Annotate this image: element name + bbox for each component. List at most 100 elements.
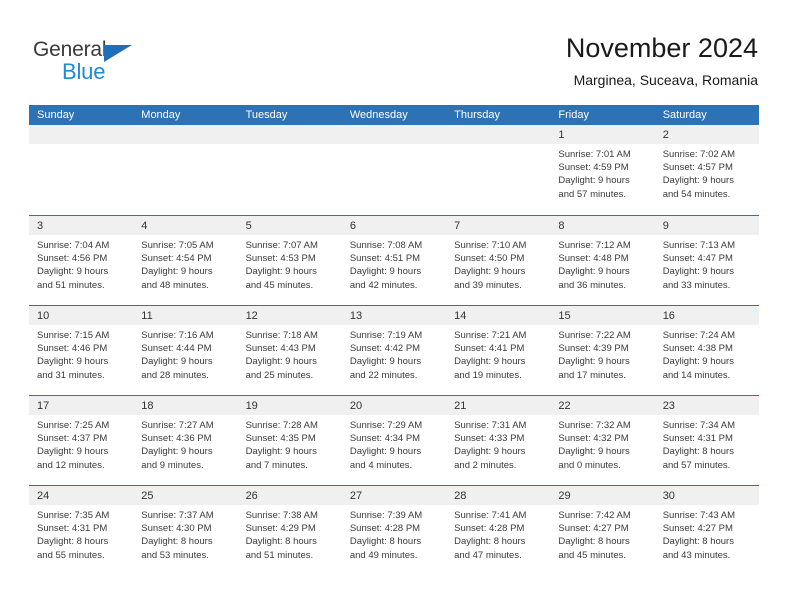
day-info-line: Daylight: 9 hours	[558, 175, 630, 187]
calendar-day-cell[interactable]: 24 Sunrise: 7:35 AM Sunset: 4:31 PM Dayligh…	[29, 486, 134, 575]
day-info-line: Sunrise: 7:04 AM	[37, 240, 110, 251]
day-number-band: 6	[341, 216, 447, 235]
day-number: 13	[349, 310, 363, 322]
day-number-band	[341, 125, 447, 144]
calendar-day-cell[interactable]: 28 Sunrise: 7:41 AM Sunset: 4:28 PM Dayligh…	[446, 486, 551, 575]
calendar-day-cell[interactable]: 6 Sunrise: 7:08 AM Sunset: 4:51 PM Daylight…	[341, 216, 447, 305]
day-info-line: Sunrise: 7:29 AM	[349, 420, 423, 431]
day-info-line: Sunrise: 7:42 AM	[558, 510, 631, 521]
day-sun-info: Sunrise: 7:07 AM Sunset: 4:53 PM Daylight:…	[238, 235, 342, 292]
day-info-line: Sunrise: 7:12 AM	[558, 240, 631, 251]
day-info-line: Sunset: 4:57 PM	[662, 162, 733, 174]
day-info-line: and 33 minutes.	[662, 279, 731, 291]
day-sun-info: Sunrise: 7:15 AM Sunset: 4:46 PM Daylight:…	[29, 325, 133, 382]
day-number: 23	[662, 400, 675, 412]
day-info-line: Sunrise: 7:37 AM	[141, 510, 214, 521]
day-info-line: Daylight: 9 hours	[141, 356, 213, 368]
day-info-line: Daylight: 8 hours	[662, 446, 734, 458]
day-number-band: 30	[654, 486, 759, 505]
calendar-day-cell[interactable]: 17 Sunrise: 7:25 AM Sunset: 4:37 PM Dayligh…	[29, 396, 134, 485]
day-info-line: and 45 minutes.	[558, 549, 627, 561]
day-number-band	[446, 125, 551, 144]
day-info-line: Sunrise: 7:25 AM	[37, 420, 110, 431]
day-number: 26	[245, 490, 258, 502]
general-blue-logo[interactable]: General Blue	[33, 38, 213, 84]
day-number: 30	[662, 490, 675, 502]
day-sun-info: Sunrise: 7:35 AM Sunset: 4:31 PM Daylight:…	[29, 505, 133, 562]
day-sun-info: Sunrise: 7:25 AM Sunset: 4:37 PM Daylight:…	[29, 415, 133, 472]
day-sun-info: Sunrise: 7:19 AM Sunset: 4:42 PM Daylight:…	[342, 325, 446, 382]
day-info-line: Sunset: 4:54 PM	[141, 253, 212, 265]
day-sun-info: Sunrise: 7:39 AM Sunset: 4:28 PM Daylight:…	[342, 505, 446, 562]
calendar-day-cell-empty	[341, 125, 447, 215]
weekday-header-friday: Friday	[558, 109, 589, 121]
day-info-line: Sunrise: 7:27 AM	[141, 420, 214, 431]
day-info-line: Daylight: 9 hours	[349, 446, 422, 458]
calendar-day-cell[interactable]: 25 Sunrise: 7:37 AM Sunset: 4:30 PM Dayligh…	[133, 486, 238, 575]
calendar-day-cell[interactable]: 30 Sunrise: 7:43 AM Sunset: 4:27 PM Dayligh…	[654, 486, 759, 575]
day-number-band: 29	[550, 486, 655, 505]
calendar-day-cell[interactable]: 26 Sunrise: 7:38 AM Sunset: 4:29 PM Dayligh…	[237, 486, 342, 575]
day-number: 21	[454, 400, 467, 412]
day-info-line: Sunset: 4:59 PM	[558, 162, 629, 174]
day-number: 19	[245, 400, 258, 412]
calendar-day-cell[interactable]: 3 Sunrise: 7:04 AM Sunset: 4:56 PM Daylight…	[29, 216, 134, 305]
day-number: 3	[37, 220, 44, 232]
day-sun-info: Sunrise: 7:29 AM Sunset: 4:34 PM Daylight:…	[342, 415, 446, 472]
day-number-band: 17	[29, 396, 134, 415]
day-info-line: Daylight: 9 hours	[141, 446, 213, 458]
day-number-band: 19	[237, 396, 342, 415]
day-number: 15	[558, 310, 571, 322]
day-info-line: Daylight: 9 hours	[662, 175, 734, 187]
calendar-day-cell[interactable]: 5 Sunrise: 7:07 AM Sunset: 4:53 PM Daylight…	[237, 216, 342, 305]
day-sun-info	[238, 144, 342, 148]
day-number-band: 10	[29, 306, 134, 325]
calendar-day-cell[interactable]: 12 Sunrise: 7:18 AM Sunset: 4:43 PM Dayligh…	[237, 306, 342, 395]
day-info-line: and 12 minutes.	[37, 459, 105, 471]
day-number-band: 1	[550, 125, 655, 144]
day-info-line: Daylight: 8 hours	[662, 536, 734, 548]
calendar-day-cell[interactable]: 27 Sunrise: 7:39 AM Sunset: 4:28 PM Dayligh…	[341, 486, 447, 575]
day-sun-info: Sunrise: 7:41 AM Sunset: 4:28 PM Daylight:…	[446, 505, 550, 562]
day-info-line: Daylight: 8 hours	[245, 536, 317, 548]
calendar-day-cell[interactable]: 4 Sunrise: 7:05 AM Sunset: 4:54 PM Daylight…	[133, 216, 238, 305]
day-number: 25	[141, 490, 154, 502]
calendar-day-cell[interactable]: 16 Sunrise: 7:24 AM Sunset: 4:38 PM Dayligh…	[654, 306, 759, 395]
weekday-header-thursday: Thursday	[454, 109, 500, 121]
day-info-line: Sunrise: 7:28 AM	[245, 420, 318, 431]
calendar-day-cell[interactable]: 18 Sunrise: 7:27 AM Sunset: 4:36 PM Dayligh…	[133, 396, 238, 485]
day-info-line: Daylight: 9 hours	[37, 266, 109, 278]
day-info-line: Sunset: 4:34 PM	[349, 433, 421, 445]
day-info-line: Sunrise: 7:01 AM	[558, 149, 631, 160]
calendar-day-cell[interactable]: 19 Sunrise: 7:28 AM Sunset: 4:35 PM Dayligh…	[237, 396, 342, 485]
page-title: November 2024	[565, 33, 758, 63]
day-sun-info: Sunrise: 7:12 AM Sunset: 4:48 PM Daylight:…	[550, 235, 654, 292]
day-number: 27	[349, 490, 363, 502]
day-number-band: 9	[654, 216, 759, 235]
calendar-day-cell-empty	[133, 125, 238, 215]
day-info-line: Sunset: 4:27 PM	[662, 523, 733, 535]
calendar-day-cell[interactable]: 15 Sunrise: 7:22 AM Sunset: 4:39 PM Dayligh…	[550, 306, 655, 395]
day-info-line: and 49 minutes.	[349, 549, 418, 561]
calendar-day-cell[interactable]: 13 Sunrise: 7:19 AM Sunset: 4:42 PM Dayligh…	[341, 306, 447, 395]
calendar-day-cell[interactable]: 23 Sunrise: 7:34 AM Sunset: 4:31 PM Dayligh…	[654, 396, 759, 485]
calendar-day-cell[interactable]: 20 Sunrise: 7:29 AM Sunset: 4:34 PM Dayligh…	[341, 396, 447, 485]
day-sun-info: Sunrise: 7:28 AM Sunset: 4:35 PM Daylight:…	[238, 415, 342, 472]
calendar-day-cell[interactable]: 2 Sunrise: 7:02 AM Sunset: 4:57 PM Daylight…	[654, 125, 759, 215]
calendar-day-cell[interactable]: 7 Sunrise: 7:10 AM Sunset: 4:50 PM Daylight…	[446, 216, 551, 305]
day-info-line: Sunset: 4:30 PM	[141, 523, 212, 535]
calendar-day-cell[interactable]: 8 Sunrise: 7:12 AM Sunset: 4:48 PM Daylight…	[550, 216, 655, 305]
day-number-band: 21	[446, 396, 551, 415]
calendar-day-cell[interactable]: 10 Sunrise: 7:15 AM Sunset: 4:46 PM Dayligh…	[29, 306, 134, 395]
day-info-line: and 45 minutes.	[245, 279, 314, 291]
calendar-day-cell[interactable]: 22 Sunrise: 7:32 AM Sunset: 4:32 PM Dayligh…	[550, 396, 655, 485]
calendar-day-cell[interactable]: 11 Sunrise: 7:16 AM Sunset: 4:44 PM Dayligh…	[133, 306, 238, 395]
calendar-day-cell[interactable]: 14 Sunrise: 7:21 AM Sunset: 4:41 PM Dayligh…	[446, 306, 551, 395]
calendar-day-cell[interactable]: 9 Sunrise: 7:13 AM Sunset: 4:47 PM Daylight…	[654, 216, 759, 305]
calendar-day-cell[interactable]: 29 Sunrise: 7:42 AM Sunset: 4:27 PM Dayligh…	[550, 486, 655, 575]
day-number: 10	[37, 310, 50, 322]
calendar-day-cell[interactable]: 1 Sunrise: 7:01 AM Sunset: 4:59 PM Daylight…	[550, 125, 655, 215]
day-info-line: Sunrise: 7:10 AM	[454, 240, 527, 251]
calendar-day-cell[interactable]: 21 Sunrise: 7:31 AM Sunset: 4:33 PM Dayligh…	[446, 396, 551, 485]
day-number: 6	[349, 220, 356, 232]
